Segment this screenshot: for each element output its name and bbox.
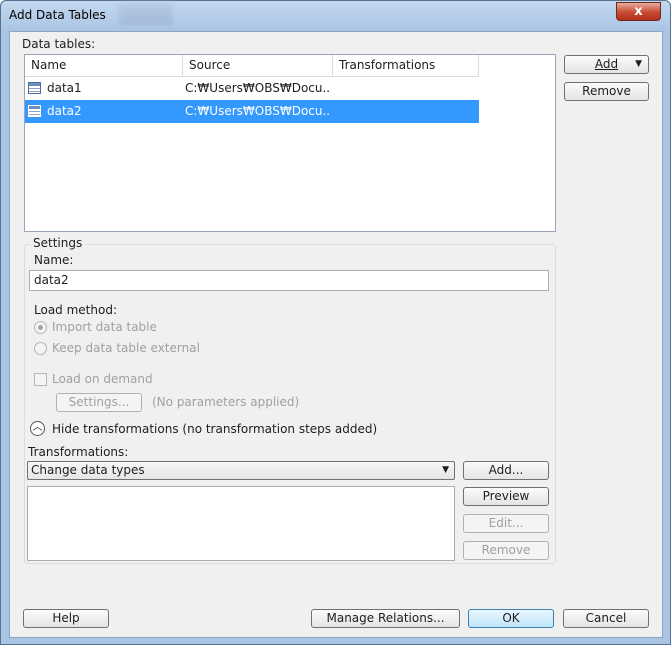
load-on-demand-checkbox[interactable]: [34, 373, 47, 386]
add-transformation-button[interactable]: Add...: [463, 461, 549, 480]
help-button[interactable]: Help: [23, 609, 109, 628]
data-table-icon: [28, 105, 41, 117]
row-name: data2: [47, 104, 82, 118]
dropdown-arrow-icon: ▼: [635, 59, 642, 69]
title-bar-blurred-area: [119, 3, 173, 25]
keep-external-radio[interactable]: [34, 342, 47, 355]
data-tables-header: Name Source Transformations: [25, 55, 479, 77]
transformations-label: Transformations:: [28, 445, 129, 459]
column-header-name[interactable]: Name: [25, 55, 183, 77]
preview-button[interactable]: Preview: [463, 487, 549, 506]
window-title: Add Data Tables: [9, 8, 106, 22]
remove-transformation-button[interactable]: Remove: [463, 541, 549, 560]
load-on-demand-label: Load on demand: [52, 372, 153, 386]
column-header-transformations[interactable]: Transformations: [333, 55, 479, 77]
add-data-table-button[interactable]: Add ▼: [564, 55, 649, 74]
transformation-steps-list[interactable]: [27, 486, 455, 561]
transformation-type-value: Change data types: [31, 463, 145, 477]
data-tables-list[interactable]: Name Source Transformations data1 C:₩Use…: [24, 54, 556, 232]
data-tables-label: Data tables:: [22, 37, 96, 51]
import-data-table-radio[interactable]: [34, 321, 47, 334]
add-data-tables-window: Add Data Tables x Data tables: Name Sour…: [0, 0, 671, 645]
ok-button[interactable]: OK: [468, 609, 554, 628]
chevron-up-icon[interactable]: ︿: [30, 421, 45, 436]
name-label: Name:: [34, 253, 74, 267]
edit-transformation-button[interactable]: Edit...: [463, 514, 549, 533]
remove-data-table-button[interactable]: Remove: [564, 82, 649, 101]
add-button-label: Add: [594, 57, 619, 71]
row-source: C:₩Users₩OBS₩Docu...: [185, 81, 331, 95]
cancel-button[interactable]: Cancel: [563, 609, 649, 628]
load-method-label: Load method:: [34, 303, 117, 317]
transformation-type-select[interactable]: Change data types ▼: [27, 461, 455, 480]
no-parameters-text: (No parameters applied): [152, 395, 300, 409]
dropdown-arrow-icon: ▼: [442, 465, 449, 475]
settings-button[interactable]: Settings...: [56, 393, 142, 412]
data-table-icon: [28, 82, 41, 94]
close-button[interactable]: x: [616, 2, 661, 21]
row-name: data1: [47, 81, 82, 95]
table-row[interactable]: data2 C:₩Users₩OBS₩Docu...: [25, 100, 479, 123]
manage-relations-button[interactable]: Manage Relations...: [311, 609, 460, 628]
dialog-body: Data tables: Name Source Transformations…: [9, 31, 663, 638]
settings-group-title: Settings: [30, 236, 86, 250]
row-source: C:₩Users₩OBS₩Docu...: [185, 104, 331, 118]
table-row[interactable]: data1 C:₩Users₩OBS₩Docu...: [25, 77, 479, 100]
import-data-table-label: Import data table: [52, 320, 157, 334]
row-transformations: [335, 77, 475, 100]
title-bar[interactable]: Add Data Tables x: [1, 1, 670, 31]
hide-transformations-toggle[interactable]: Hide transformations (no transformation …: [52, 422, 377, 436]
name-field[interactable]: data2: [29, 270, 549, 291]
row-transformations: [335, 100, 475, 123]
column-header-source[interactable]: Source: [183, 55, 333, 77]
keep-external-label: Keep data table external: [52, 341, 200, 355]
